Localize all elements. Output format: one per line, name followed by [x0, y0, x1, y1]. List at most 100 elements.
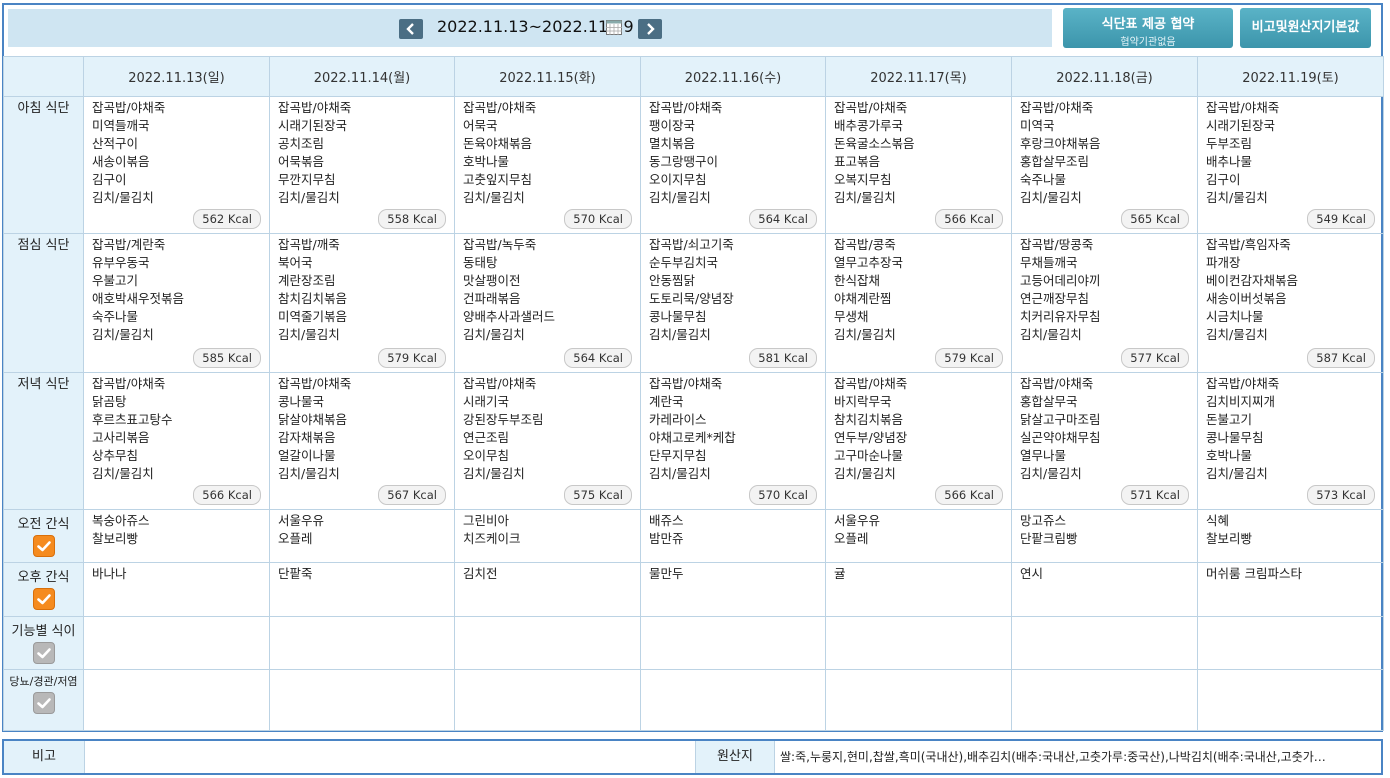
snack-cell[interactable]: [640, 669, 826, 731]
snack-cell[interactable]: 김치전: [454, 562, 641, 617]
remarks-field[interactable]: [85, 741, 695, 773]
snack-item-list: [455, 670, 640, 672]
snack-item-list: 그린비아 치즈케이크: [455, 510, 640, 548]
snack-item: 귤: [834, 566, 846, 581]
checkmark-icon: [36, 698, 51, 709]
snack-cell[interactable]: [1011, 616, 1198, 670]
menu-item-list: 잡곡밥/야채죽 미역들깨국 산적구이 새송이볶음 김구이 김치/물김치: [84, 97, 269, 207]
menu-item: 카레라이스: [649, 412, 707, 427]
snack-item-list: [826, 617, 1011, 619]
day-header-fri: 2022.11.18(금): [1011, 56, 1198, 97]
snack-cell[interactable]: 바나나: [83, 562, 270, 617]
menu-item: 잡곡밥/야채죽: [1020, 376, 1094, 391]
snack-cell[interactable]: [83, 616, 270, 670]
meal-cell[interactable]: 잡곡밥/야채죽 바지락무국 참치김치볶음 연두부/양념장 고구마순나물 김치/물김치 566…: [825, 372, 1012, 510]
meal-cell[interactable]: 잡곡밥/야채죽 미역국 후랑크야채볶음 홍합살무조림 숙주나물 김치/물김치 565 Kca…: [1011, 96, 1198, 234]
menu-item: 시래기된장국: [1206, 118, 1276, 133]
menu-item: 계란국: [649, 394, 684, 409]
snack-cell[interactable]: [83, 669, 270, 731]
menu-item: 잡곡밥/야채죽: [834, 100, 908, 115]
meal-cell[interactable]: 잡곡밥/야채죽 시래기된장국 공치조림 어묵볶음 무깐지무침 김치/물김치 558 Kcal: [269, 96, 455, 234]
snack-cell[interactable]: 배쥬스 밤만쥬: [640, 509, 826, 563]
unchecked-checkbox-icon[interactable]: [32, 692, 55, 714]
snack-cell[interactable]: [454, 669, 641, 731]
snack-cell[interactable]: [640, 616, 826, 670]
snack-cell[interactable]: [825, 616, 1012, 670]
snack-item-list: [641, 670, 825, 672]
snack-row-header: 당뇨/경관/저염: [3, 669, 84, 731]
calendar-icon[interactable]: [606, 20, 622, 35]
notes-origin-defaults-button[interactable]: 비고및원산지기본값: [1240, 8, 1371, 48]
menu-item: 김치/물김치: [463, 466, 525, 481]
menu-item: 북어국: [278, 255, 313, 270]
snack-cell[interactable]: 식혜 찰보리빵: [1197, 509, 1384, 563]
unchecked-checkbox-icon[interactable]: [32, 642, 55, 664]
meal-cell[interactable]: 잡곡밥/녹두죽 동태탕 맛살팽이전 건파래볶음 양배추사과샐러드 김치/물김치 564 Kc…: [454, 233, 641, 373]
snack-cell[interactable]: [1011, 669, 1198, 731]
calorie-badge: 566 Kcal: [935, 485, 1003, 505]
snack-item: 오플레: [278, 531, 313, 546]
meal-cell[interactable]: 잡곡밥/야채죽 미역들깨국 산적구이 새송이볶음 김구이 김치/물김치 562 Kcal: [83, 96, 270, 234]
contract-button-title: 식단표 제공 협약: [1101, 17, 1195, 32]
menu-item-list: 잡곡밥/녹두죽 동태탕 맛살팽이전 건파래볶음 양배추사과샐러드 김치/물김치: [455, 234, 640, 344]
snack-cell[interactable]: 단팥죽: [269, 562, 455, 617]
meal-cell[interactable]: 잡곡밥/야채죽 김치비지찌개 돈불고기 콩나물무침 호박나물 김치/물김치 573 Kcal: [1197, 372, 1384, 510]
meal-cell[interactable]: 잡곡밥/콩죽 열무고추장국 한식잡채 야채계란찜 무생채 김치/물김치 579 Kcal: [825, 233, 1012, 373]
meal-cell[interactable]: 잡곡밥/흑임자죽 파개장 베이컨감자채볶음 새송이버섯볶음 시금치나물 김치/물김치 587…: [1197, 233, 1384, 373]
weekly-menu-table: 2022.11.13(일) 2022.11.14(월) 2022.11.15(화…: [3, 56, 1384, 731]
meal-cell[interactable]: 잡곡밥/땅콩죽 무채들깨국 고등어데리야끼 연근깨장무침 치커리유자무침 김치/물김치 57…: [1011, 233, 1198, 373]
meal-cell[interactable]: 잡곡밥/야채죽 배추콩가루국 돈육굴소스볶음 표고볶음 오복지무침 김치/물김치 566 K…: [825, 96, 1012, 234]
meal-cell[interactable]: 잡곡밥/야채죽 닭곰탕 후르츠표고탕수 고사리볶음 상추무침 김치/물김치 566 Kcal: [83, 372, 270, 510]
meal-cell[interactable]: 잡곡밥/야채죽 시래기국 강된장두부조림 연근조림 오이무침 김치/물김치 575 Kcal: [454, 372, 641, 510]
meal-cell[interactable]: 잡곡밥/계란죽 유부우동국 우불고기 애호박새우젓볶음 숙주나물 김치/물김치 585 Kc…: [83, 233, 270, 373]
meal-cell[interactable]: 잡곡밥/쇠고기죽 순두부김치국 안동찜닭 도토리묵/양념장 콩나물무침 김치/물김치 581…: [640, 233, 826, 373]
snack-cell[interactable]: [1197, 616, 1384, 670]
meal-cell[interactable]: 잡곡밥/야채죽 어묵국 돈육야채볶음 호박나물 고춧잎지무침 김치/물김치 570 Kcal: [454, 96, 641, 234]
meal-plan-contract-button[interactable]: 식단표 제공 협약 협약기관없음: [1063, 8, 1233, 48]
menu-item: 잡곡밥/땅콩죽: [1020, 237, 1094, 252]
snack-cell[interactable]: 서울우유 오플레: [269, 509, 455, 563]
snack-item-list: 물만두: [641, 563, 825, 583]
menu-item: 숙주나물: [1020, 172, 1067, 187]
snack-cell[interactable]: 귤: [825, 562, 1012, 617]
menu-item: 유부우동국: [92, 255, 150, 270]
menu-item: 파개장: [1206, 255, 1241, 270]
snack-cell[interactable]: 복숭아쥬스 찰보리빵: [83, 509, 270, 563]
calorie-badge: 579 Kcal: [935, 348, 1003, 368]
menu-item-list: 잡곡밥/야채죽 닭곰탕 후르츠표고탕수 고사리볶음 상추무침 김치/물김치: [84, 373, 269, 483]
checked-checkbox-icon[interactable]: [32, 535, 55, 557]
prev-week-button[interactable]: [399, 19, 423, 39]
meal-cell[interactable]: 잡곡밥/야채죽 시래기된장국 두부조림 배추나물 김구이 김치/물김치 549 Kcal: [1197, 96, 1384, 234]
menu-item: 돈불고기: [1206, 412, 1253, 427]
meal-row-label: 저녁 식단: [3, 372, 84, 510]
snack-cell[interactable]: [825, 669, 1012, 731]
snack-cell[interactable]: [454, 616, 641, 670]
menu-item: 김치/물김치: [278, 190, 340, 205]
snack-cell[interactable]: [269, 669, 455, 731]
menu-item: 무생채: [834, 309, 869, 324]
origin-value[interactable]: 쌀:죽,누룽지,현미,찹쌀,흑미(국내산),배추김치(배추:국내산,고춧가루:중…: [780, 741, 1380, 773]
meal-cell[interactable]: 잡곡밥/깨죽 북어국 계란장조림 참치김치볶음 미역줄기볶음 김치/물김치 579 Kcal: [269, 233, 455, 373]
snack-cell[interactable]: [269, 616, 455, 670]
checked-checkbox-icon[interactable]: [32, 588, 55, 610]
snack-cell[interactable]: [1197, 669, 1384, 731]
meal-cell[interactable]: 잡곡밥/야채죽 콩나물국 닭살야채볶음 감자채볶음 얼갈이나물 김치/물김치 567 Kca…: [269, 372, 455, 510]
menu-item: 김치/물김치: [278, 327, 340, 342]
snack-item: 망고쥬스: [1020, 513, 1067, 528]
snack-cell[interactable]: 서울우유 오플레: [825, 509, 1012, 563]
snack-item-list: [1012, 617, 1197, 619]
snack-cell[interactable]: 그린비아 치즈케이크: [454, 509, 641, 563]
snack-cell[interactable]: 머쉬룸 크림파스타: [1197, 562, 1384, 617]
chevron-left-icon: [406, 23, 414, 35]
meal-cell[interactable]: 잡곡밥/야채죽 홍합살무국 닭살고구마조림 실곤약야채무침 열무나물 김치/물김치 571 …: [1011, 372, 1198, 510]
snack-cell[interactable]: 물만두: [640, 562, 826, 617]
meal-cell[interactable]: 잡곡밥/야채죽 팽이장국 멸치볶음 동그랑땡구이 오이지무침 김치/물김치 564 Kcal: [640, 96, 826, 234]
snack-cell[interactable]: 연시: [1011, 562, 1198, 617]
menu-item: 돈육야채볶음: [463, 136, 533, 151]
menu-item: 양배추사과샐러드: [463, 309, 556, 324]
next-week-button[interactable]: [638, 19, 662, 39]
snack-cell[interactable]: 망고쥬스 단팥크림빵: [1011, 509, 1198, 563]
menu-item: 고사리볶음: [92, 430, 150, 445]
meal-cell[interactable]: 잡곡밥/야채죽 계란국 카레라이스 야채고로케*케찹 단무지무침 김치/물김치 570 Kc…: [640, 372, 826, 510]
meal-cell-content: 잡곡밥/야채죽 미역들깨국 산적구이 새송이볶음 김구이 김치/물김치 562 Kcal: [84, 97, 269, 233]
